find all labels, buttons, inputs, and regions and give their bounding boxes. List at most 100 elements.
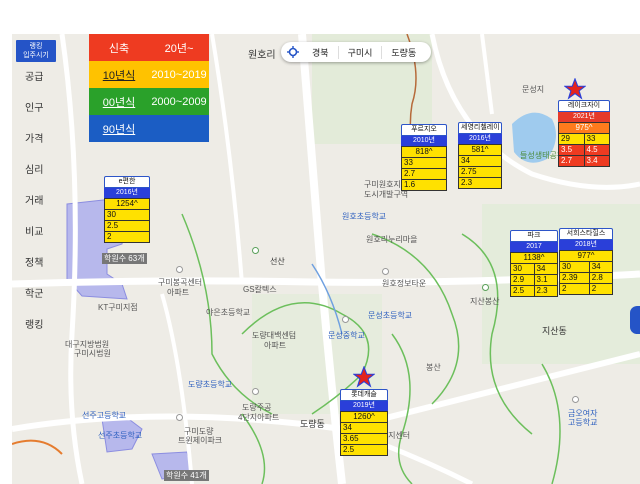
menu-item-population[interactable]: 인구 [16,93,56,124]
apt-stat: 3.65 [340,433,388,445]
poi-icon [176,266,183,273]
apt-stat: 2.7 [558,155,585,167]
apt-stat: 2.9 [510,274,535,286]
place-label: 야은초등학교 [206,308,251,317]
apt-price: 581^ [458,144,502,156]
apt-stat: 2 [588,283,614,295]
academy-count: 학원수 63개 [102,253,147,264]
poi-icon [382,268,389,275]
place-label: 도량초등학교 [188,380,233,389]
poi-icon [252,388,259,395]
place-label: 문성초등학교 [368,311,413,320]
apt-name: e편한 [104,176,150,188]
apt-price: 1254^ [104,198,150,210]
apt-name: 레이크자이 [558,100,610,112]
legend-range [149,115,209,142]
apt-name: 서희스타힐스 [559,228,613,240]
place-label: 도량동 [300,419,325,429]
menu-item-supply[interactable]: 공급 [16,62,56,93]
apt-stat: 2.3 [533,285,558,297]
apartment-card[interactable]: 레이크자이 2021년 975^ 29 33 3.5 4.5 2.7 3.4 [558,100,610,167]
apt-price: 818^ [401,146,447,158]
legend-label: 90년식 [102,123,136,136]
menu-item-sentiment[interactable]: 심리 [16,155,56,186]
region-dong[interactable]: 도량동 [381,45,425,59]
menu-item-trade[interactable]: 거래 [16,186,56,217]
apt-stat: 34 [533,263,558,275]
apt-stat: 2.39 [559,272,590,284]
place-label: 봉산 [426,363,441,372]
apt-stat: 30 [559,261,590,273]
apartment-card[interactable]: 세영리첼레이 2016년 581^ 34 2.75 2.3 [458,122,502,189]
apt-stat: 2 [104,231,150,243]
academy-count: 학원수 41개 [164,470,209,481]
place-label: 아파트 [264,341,287,350]
place-label: GS칼텍스 [243,285,277,294]
apt-stat: 2 [559,283,590,295]
apartment-card[interactable]: 푸르지오 2010년 818^ 33 2.7 1.6 [401,124,447,191]
apt-stat: 34 [340,422,388,434]
apt-stat: 33 [583,133,610,145]
apt-stat: 34 [458,155,502,167]
menu-item-policy[interactable]: 정책 [16,248,56,279]
place-label: 원호리누리마을 [366,235,418,244]
mountain-icon [482,284,489,291]
menu-item-compare[interactable]: 비교 [16,217,56,248]
new-build-star-icon [353,366,375,388]
poi-icon [342,316,349,323]
menu-item-price[interactable]: 가격 [16,124,56,155]
apt-price: 1138^ [510,252,558,264]
apt-stat: 33 [401,157,447,169]
apt-stat: 34 [588,261,614,273]
place-label: 선산 [270,257,285,266]
apt-stat: 2.5 [104,220,150,232]
apt-year: 2016년 [104,188,150,198]
place-label: 문성지 [522,85,545,94]
apartment-card[interactable]: 서희스타힐스 2018년 977^ 30 34 2.39 2.8 22 [559,228,614,295]
legend-label: 신축 [108,42,130,55]
place-label: 고등학교 [568,418,598,427]
place-label: 원호초등학교 [342,212,387,221]
apt-name: 롯데캐슬 [340,389,388,401]
legend-label: 10년식 [102,69,136,82]
place-label: 선주초등학교 [98,431,143,440]
menu-item-school[interactable]: 학군 [16,279,56,310]
side-header-line: 랭킹 [29,43,43,50]
apartment-card[interactable]: e편한 2016년 1254^ 30 2.5 2 [104,176,150,243]
apt-name: 푸르지오 [401,124,447,136]
place-label: 아파트 [167,288,190,297]
apt-stat: 1.6 [401,179,447,191]
side-menu-header[interactable]: 랭킹 입주시기 [16,40,56,62]
apartment-card[interactable]: 파크 2017 1138^ 30 34 2.9 3.1 2.5 2.3 [510,230,558,297]
location-target-icon[interactable] [287,46,299,58]
region-province[interactable]: 경북 [303,46,338,59]
place-label: KT구미지점 [98,303,138,312]
apt-price: 977^ [559,250,613,262]
apt-year: 2021년 [558,112,610,122]
apt-name: 파크 [510,230,558,242]
place-label: 원호정보타운 [382,279,427,288]
legend-label: 00년식 [102,96,136,109]
apt-year: 2018년 [559,240,613,250]
apt-stat: 3.4 [583,155,610,167]
apartment-card[interactable]: 롯데캐슬 2019년 1260^ 34 3.65 2.5 [340,389,388,456]
side-panel-toggle[interactable] [630,306,640,334]
apt-stat: 3.1 [533,274,558,286]
poi-icon [572,396,579,403]
mountain-icon [252,247,259,254]
menu-item-ranking[interactable]: 랭킹 [16,310,56,341]
apt-stat: 2.5 [510,285,535,297]
apt-stat: 3.5 [558,144,585,156]
place-label: 지산봉산 [470,297,500,306]
apt-stat: 2.75 [458,166,502,178]
apt-stat: 30 [510,263,535,275]
region-city[interactable]: 구미시 [337,45,382,59]
legend-range: 2000~2009 [151,95,207,108]
place-label: 선주고등학교 [82,411,127,420]
side-header-line: 입주시기 [23,52,49,59]
apt-stat: 2.8 [588,272,614,284]
place-label: 4단지아파트 [238,413,280,422]
apt-stat: 2.3 [458,177,502,189]
region-selector[interactable]: 경북 구미시 도량동 [281,42,432,62]
apt-year: 2016년 [458,134,502,144]
